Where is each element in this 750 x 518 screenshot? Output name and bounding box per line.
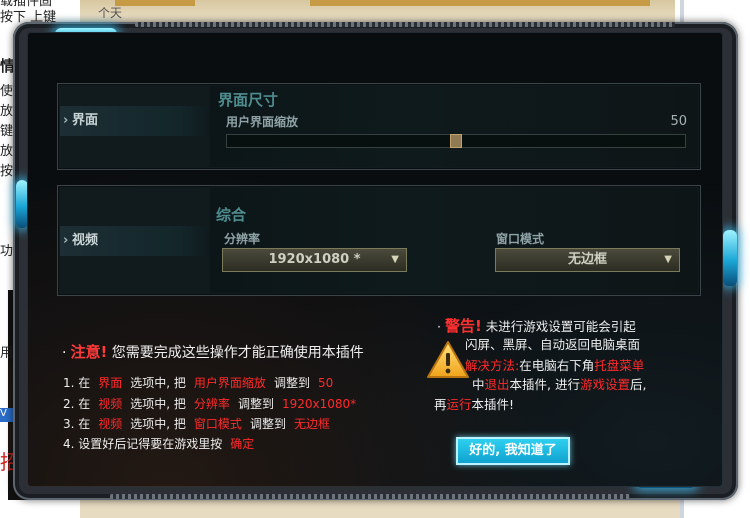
video-settings-panel: 视频 综合 分辨率 窗口模式 1920x1080 * ▼ 无边框 ▼ xyxy=(57,185,701,296)
background-tag: V xyxy=(0,408,14,422)
resolution-value: 1920x1080 * xyxy=(268,252,361,267)
solution-label: 解决方法: xyxy=(465,358,520,373)
frame-light xyxy=(723,230,737,286)
step-highlight: 1920x1080* xyxy=(281,397,357,411)
notice-text: 您需要完成这些操作才能正确使用本插件 xyxy=(111,345,364,361)
chevron-down-icon: ▼ xyxy=(664,254,672,265)
step-text: 调整到 xyxy=(249,417,286,431)
notice-highlight: 注意! xyxy=(70,343,108,361)
background-text: 键 xyxy=(0,124,14,139)
resolution-dropdown[interactable]: 1920x1080 * ▼ xyxy=(222,248,407,272)
warning-text: 后, xyxy=(630,377,647,392)
warning-text: 本插件, 进行 xyxy=(509,377,580,392)
background-text: 载插件固 xyxy=(0,0,53,9)
background-text: 放 xyxy=(0,104,14,119)
step-highlight: 视频 xyxy=(98,397,123,411)
step-text: 4. 设置好后记得要在游戏里按 xyxy=(63,437,223,451)
warning-text: 中 xyxy=(472,377,485,392)
warning-highlight: 警告! xyxy=(444,317,482,335)
step-text: 2. 在 xyxy=(63,397,91,411)
interface-settings-panel: 界面 界面尺寸 用户界面缩放 50 xyxy=(57,83,701,170)
instruction-step: 1. 在界面 选项中, 把用户界面缩放 调整到 50 xyxy=(63,374,341,391)
step-highlight: 分辨率 xyxy=(193,397,230,411)
ui-scale-label: 用户界面缩放 xyxy=(226,115,299,129)
background-text: 使 xyxy=(0,84,14,99)
warning-icon xyxy=(427,341,469,378)
frame-rail-bottom xyxy=(110,494,630,499)
frame-rail-top xyxy=(135,22,675,27)
slider-thumb[interactable] xyxy=(450,134,462,148)
instruction-step: 3. 在视频 选项中, 把窗口模式 调整到 无边框 xyxy=(63,415,338,432)
warning-highlight: 托盘菜单 xyxy=(594,358,645,373)
step-highlight: 确定 xyxy=(230,437,255,451)
tab-video[interactable]: 视频 xyxy=(60,226,210,256)
banner-bar xyxy=(310,0,650,6)
bullet: · xyxy=(437,319,441,334)
acknowledge-button[interactable]: 好的, 我知道了 xyxy=(456,437,570,465)
step-text: 选项中, 把 xyxy=(130,376,186,390)
background-text: 按 xyxy=(0,164,14,179)
section-background xyxy=(210,188,698,293)
step-highlight: 50 xyxy=(317,376,334,390)
warning-text: 未进行游戏设置可能会引起 xyxy=(485,319,636,334)
warning-solution: 再运行本插件! xyxy=(434,394,514,413)
banner-text: 个天 xyxy=(98,6,123,20)
warning-text: 本插件! xyxy=(471,397,515,412)
step-highlight: 窗口模式 xyxy=(193,417,242,431)
background-text: 放 xyxy=(0,144,14,159)
window-mode-value: 无边框 xyxy=(567,252,607,267)
warning-highlight: 游戏设置 xyxy=(579,377,630,392)
step-highlight: 界面 xyxy=(98,376,123,390)
resolution-label: 分辨率 xyxy=(224,232,261,246)
step-text: 选项中, 把 xyxy=(130,397,186,411)
step-text: 选项中, 把 xyxy=(130,417,186,431)
notice-heading: · 注意! 您需要完成这些操作才能正确使用本插件 xyxy=(62,341,364,362)
warning-highlight: 运行 xyxy=(446,397,472,412)
step-highlight: 视频 xyxy=(98,417,123,431)
warning-solution: 解决方法:在电脑右下角托盘菜单 xyxy=(465,355,644,374)
warning-highlight: 退出 xyxy=(484,377,510,392)
ui-scale-value: 50 xyxy=(670,114,687,129)
warning-solution: 中退出本插件, 进行游戏设置后, xyxy=(472,374,646,393)
warning-heading: · 警告! 未进行游戏设置可能会引起 xyxy=(437,315,636,336)
background-text: 用 xyxy=(0,346,14,361)
instruction-step: 4. 设置好后记得要在游戏里按 确定 xyxy=(63,435,262,452)
tab-interface[interactable]: 界面 xyxy=(60,106,210,136)
step-text: 1. 在 xyxy=(63,376,91,390)
instruction-step: 2. 在视频 选项中, 把分辨率 调整到 1920x1080* xyxy=(63,395,364,412)
section-title-general: 综合 xyxy=(216,206,247,224)
bullet: · xyxy=(62,345,67,361)
section-title-interface-size: 界面尺寸 xyxy=(218,91,279,109)
step-text: 调整到 xyxy=(273,376,310,390)
ui-scale-slider[interactable] xyxy=(226,134,686,148)
step-text: 3. 在 xyxy=(63,417,91,431)
step-text: 调整到 xyxy=(237,397,274,411)
window-mode-dropdown[interactable]: 无边框 ▼ xyxy=(495,248,680,272)
step-highlight: 无边框 xyxy=(293,417,330,431)
chevron-down-icon: ▼ xyxy=(391,254,399,265)
window-mode-label: 窗口模式 xyxy=(496,232,545,246)
warning-text: 再 xyxy=(434,397,447,412)
warning-text: 在电脑右下角 xyxy=(519,358,595,373)
background-text: 功 xyxy=(0,244,14,259)
step-highlight: 用户界面缩放 xyxy=(193,376,266,390)
warning-text: 闪屏、黑屏、自动返回电脑桌面 xyxy=(465,337,641,352)
banner-bar xyxy=(115,0,195,6)
